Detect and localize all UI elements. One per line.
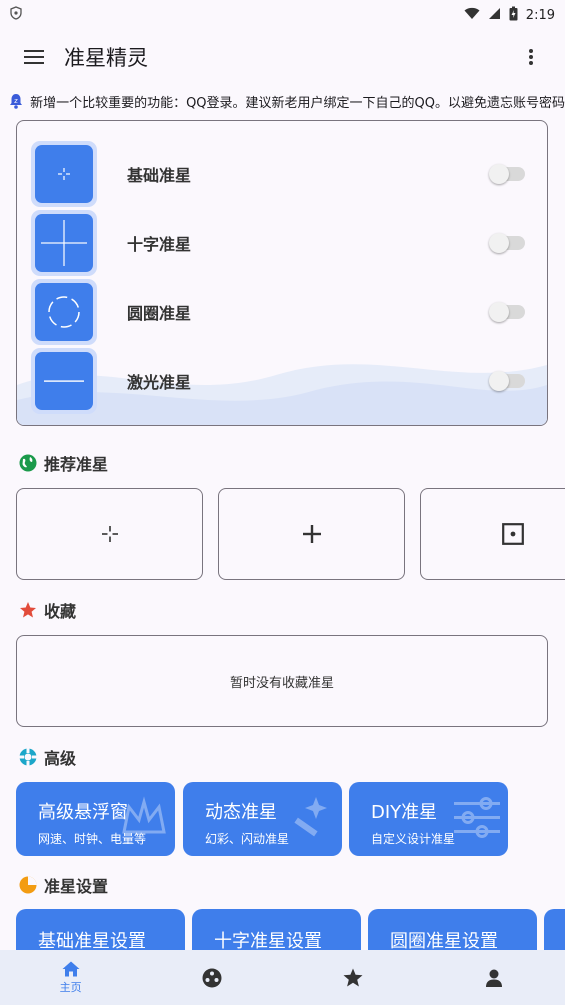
- favorites-empty-text: 暂时没有收藏准星: [229, 675, 334, 691]
- person-icon: [486, 969, 503, 987]
- magic-wand-icon: [294, 797, 327, 837]
- crosshair-toggle-switch[interactable]: [489, 371, 525, 391]
- laser-crosshair-icon: [44, 380, 84, 382]
- crosshair-row-cross[interactable]: 十字准星: [17, 210, 547, 276]
- crosshair-toggle-switch[interactable]: [489, 233, 525, 253]
- recommended-crosshair-card[interactable]: [218, 488, 405, 580]
- plus-crosshair-icon: [302, 525, 321, 543]
- more-vert-icon: [529, 49, 533, 65]
- square-dot-crosshair-icon: [502, 523, 524, 545]
- palette-icon: [202, 968, 222, 987]
- recommended-crosshair-card[interactable]: [420, 488, 565, 580]
- advanced-floating-window-button[interactable]: 高级悬浮窗 网速、时钟、电量等: [16, 782, 175, 856]
- crosshair-row-laser[interactable]: 激光准星: [17, 348, 547, 414]
- cross-crosshair-icon: [41, 220, 87, 266]
- crosshair-label: 圆圈准星: [127, 304, 192, 323]
- crosshair-label: 十字准星: [127, 235, 192, 254]
- section-title: 准星设置: [44, 877, 109, 896]
- nav-discover[interactable]: [141, 968, 282, 988]
- nav-profile[interactable]: [424, 969, 565, 987]
- section-recommended-header: 推荐准星: [18, 451, 108, 475]
- wifi-icon: [464, 7, 480, 24]
- clock-time: 2:19: [525, 7, 555, 23]
- signal-icon: [488, 7, 501, 24]
- home-icon: [62, 961, 80, 976]
- settings-title: 基础准星设置: [38, 931, 146, 952]
- hamburger-icon: [24, 50, 44, 64]
- nav-home-label: 主页: [59, 980, 82, 994]
- dynamic-crosshair-button[interactable]: 动态准星 幻彩、闪动准星: [183, 782, 342, 856]
- star-icon: [18, 600, 38, 620]
- crosshair-row-basic[interactable]: 基础准星: [17, 141, 547, 207]
- star-icon: [343, 968, 363, 987]
- svg-text:z: z: [14, 97, 18, 105]
- crosshair-toggle-switch[interactable]: [489, 302, 525, 322]
- bottom-navigation: 主页: [0, 950, 565, 1005]
- crosshair-label: 基础准星: [127, 166, 192, 185]
- diy-crosshair-button[interactable]: DIY准星 自定义设计准星: [349, 782, 508, 856]
- shield-icon: [10, 6, 22, 24]
- notification-bell-icon: z: [8, 93, 24, 109]
- notice-marquee: z 新增一个比较重要的功能：QQ登录。建议新老用户绑定一下自己的QQ。以避免遗忘…: [0, 88, 565, 114]
- nav-favorites[interactable]: [283, 968, 424, 987]
- section-favorites-header: 收藏: [18, 598, 76, 622]
- pie-chart-icon: [18, 875, 38, 895]
- recommended-crosshair-card[interactable]: [16, 488, 203, 580]
- sliders-icon: [454, 797, 500, 838]
- settings-title: 圆圈准星设置: [390, 931, 498, 952]
- globe-icon: [18, 453, 38, 473]
- page-title: 准星精灵: [64, 46, 148, 70]
- settings-title: 十字准星设置: [214, 931, 322, 952]
- menu-button[interactable]: [14, 37, 54, 77]
- section-title: 高级: [44, 749, 77, 768]
- life-ring-icon: [18, 747, 38, 767]
- crosshair-thumbnail: [31, 279, 97, 345]
- crown-icon: [122, 796, 166, 834]
- notice-text: 新增一个比较重要的功能：QQ登录。建议新老用户绑定一下自己的QQ。以避免遗忘账号…: [30, 95, 565, 111]
- dot-crosshair-icon: [101, 526, 118, 542]
- crosshair-thumbnail: [31, 348, 97, 414]
- section-settings-header: 准星设置: [18, 873, 108, 897]
- more-options-button[interactable]: [511, 37, 551, 77]
- crosshair-row-circle[interactable]: 圆圈准星: [17, 279, 547, 345]
- crosshair-toggle-card: 基础准星 十字准星 圆圈准星 激光准星: [16, 120, 548, 426]
- app-bar: 准星精灵: [0, 30, 565, 84]
- section-advanced-header: 高级: [18, 745, 76, 769]
- crosshair-thumbnail: [31, 210, 97, 276]
- dot-crosshair-icon: [58, 168, 70, 180]
- crosshair-label: 激光准星: [127, 373, 192, 392]
- circle-crosshair-icon: [48, 296, 80, 328]
- section-title: 推荐准星: [44, 455, 109, 474]
- crosshair-toggle-switch[interactable]: [489, 164, 525, 184]
- nav-home[interactable]: 主页: [0, 961, 141, 995]
- crosshair-thumbnail: [31, 141, 97, 207]
- section-title: 收藏: [44, 602, 77, 621]
- status-bar: 2:19: [0, 0, 565, 30]
- favorites-empty-card: 暂时没有收藏准星: [16, 635, 548, 727]
- battery-icon: [509, 6, 518, 25]
